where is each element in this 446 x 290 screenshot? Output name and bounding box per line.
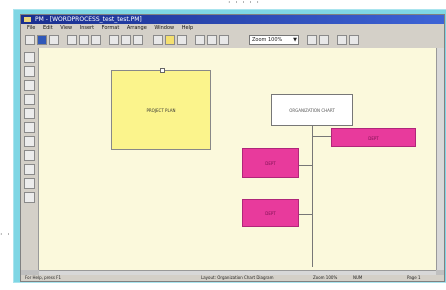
- chevron-down-icon: ▼: [293, 37, 297, 43]
- menu-file[interactable]: File: [27, 25, 35, 31]
- fit-icon[interactable]: [337, 35, 347, 45]
- toolbar: Zoom 100% ▼: [21, 32, 444, 49]
- line-tool-icon[interactable]: [24, 94, 35, 105]
- layout-tool-icon[interactable]: [24, 192, 35, 203]
- org-node-left-top-label: DEPT: [265, 161, 276, 166]
- zoom-value: Zoom 100%: [252, 37, 283, 43]
- status-zoom: Zoom 100%: [313, 275, 338, 280]
- connector-left-bottom: [299, 214, 312, 215]
- menu-bar: File Edit View Insert Format Arrange Win…: [21, 24, 444, 32]
- org-top-node[interactable]: ORGANIZATION CHART: [271, 94, 353, 126]
- hand-tool-icon[interactable]: [24, 178, 35, 189]
- copy-icon[interactable]: [79, 35, 89, 45]
- text-icon[interactable]: [177, 35, 187, 45]
- fill-tool-icon[interactable]: [24, 136, 35, 147]
- connector-right: [312, 136, 332, 137]
- window-title: PM - [WORDPROCESS_test_test.PM]: [35, 16, 142, 23]
- org-node-left-bottom-label: DEPT: [265, 211, 276, 216]
- app-window: PM - [WORDPROCESS_test_test.PM] File Edi…: [20, 14, 445, 282]
- yellow-shape-label: PROJECT PLAN: [146, 108, 176, 113]
- group-icon[interactable]: [219, 35, 229, 45]
- status-help: For Help, press F1: [25, 275, 62, 280]
- text-tool-icon[interactable]: [24, 108, 35, 119]
- zoom-in-icon[interactable]: [307, 35, 317, 45]
- align-icon[interactable]: [207, 35, 217, 45]
- org-node-right[interactable]: DEPT: [331, 128, 416, 147]
- menu-edit[interactable]: Edit: [43, 25, 53, 31]
- print-icon[interactable]: [133, 35, 143, 45]
- org-node-left-bottom[interactable]: DEPT: [242, 199, 299, 227]
- connector-icon[interactable]: [195, 35, 205, 45]
- menu-help[interactable]: Help: [182, 25, 193, 31]
- yellow-shape[interactable]: PROJECT PLAN: [111, 68, 211, 150]
- org-top-node-label: ORGANIZATION CHART: [289, 108, 335, 113]
- selection-handle[interactable]: [160, 68, 165, 73]
- menu-window[interactable]: Window: [154, 25, 174, 31]
- title-bar: PM - [WORDPROCESS_test_test.PM]: [21, 15, 444, 24]
- open-icon[interactable]: [37, 35, 47, 45]
- save-icon[interactable]: [49, 35, 59, 45]
- select-icon[interactable]: [153, 35, 163, 45]
- color-tool-icon[interactable]: [24, 150, 35, 161]
- vertical-scrollbar[interactable]: [436, 48, 444, 270]
- pointer-tool-icon[interactable]: [24, 52, 35, 63]
- decorative-dots-top: · · · · ·: [228, 0, 260, 7]
- rectangle-tool-icon[interactable]: [24, 66, 35, 77]
- status-bar: For Help, press F1 Layout: Organization …: [21, 275, 444, 281]
- app-icon: [24, 17, 31, 22]
- paste-icon[interactable]: [91, 35, 101, 45]
- diagram-canvas[interactable]: PROJECT PLAN ORGANIZATION CHART DEPT DEP…: [39, 48, 436, 270]
- zoom-out-icon[interactable]: [319, 35, 329, 45]
- menu-insert[interactable]: Insert: [80, 25, 94, 31]
- zoom-tool-icon[interactable]: [24, 164, 35, 175]
- status-layout: Layout: Organization Chart Diagram: [201, 275, 274, 280]
- org-node-left-top[interactable]: DEPT: [242, 148, 299, 178]
- zoom-select[interactable]: Zoom 100% ▼: [249, 35, 299, 45]
- connector-left-top: [299, 165, 312, 166]
- status-num: NUM: [353, 275, 363, 280]
- left-toolbar: [21, 48, 39, 270]
- undo-icon[interactable]: [109, 35, 119, 45]
- cut-icon[interactable]: [67, 35, 77, 45]
- status-page: Page 1: [407, 275, 421, 280]
- shape-icon[interactable]: [165, 35, 175, 45]
- org-node-right-label: DEPT: [368, 136, 379, 141]
- redo-icon[interactable]: [121, 35, 131, 45]
- connector-tool-icon[interactable]: [24, 122, 35, 133]
- menu-view[interactable]: View: [60, 25, 72, 31]
- menu-arrange[interactable]: Arrange: [127, 25, 147, 31]
- ellipse-tool-icon[interactable]: [24, 80, 35, 91]
- new-icon[interactable]: [25, 35, 35, 45]
- menu-format[interactable]: Format: [102, 25, 120, 31]
- help-icon[interactable]: [349, 35, 359, 45]
- connector-vertical: [312, 126, 313, 267]
